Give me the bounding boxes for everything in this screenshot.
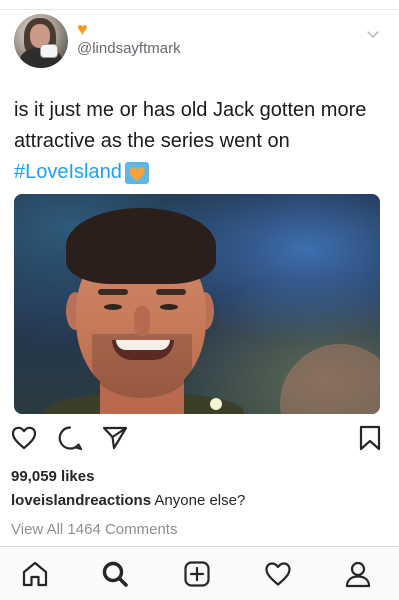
- action-bar: [0, 424, 399, 454]
- home-icon[interactable]: [20, 559, 50, 589]
- tweet-text: is it just me or has old Jack gotten mor…: [14, 95, 389, 188]
- avatar[interactable]: [14, 14, 68, 68]
- nav-profile[interactable]: [343, 559, 373, 589]
- top-strip: [0, 0, 399, 10]
- tweet-text-line2: attractive as the series went on: [14, 130, 290, 152]
- view-all-comments-link[interactable]: View All 1464 Comments: [11, 521, 177, 538]
- share-icon[interactable]: [101, 424, 129, 452]
- chevron-down-icon[interactable]: [365, 26, 381, 42]
- love-island-heart-icon: [124, 161, 149, 184]
- share-button[interactable]: [101, 424, 129, 452]
- bookmark-button[interactable]: [356, 424, 384, 452]
- tweet-text-line1: is it just me or has old Jack gotten mor…: [14, 99, 367, 121]
- nav-search[interactable]: [100, 559, 130, 589]
- tweet-handle[interactable]: @lindsayftmark: [77, 40, 181, 57]
- orange-heart-emoji-icon: ♥: [77, 19, 88, 39]
- profile-icon[interactable]: [343, 559, 373, 589]
- bottom-nav: [0, 546, 399, 600]
- hashtag-line: #LoveIsland: [14, 157, 149, 188]
- nav-new-post[interactable]: [182, 559, 212, 589]
- activity-icon[interactable]: [263, 559, 293, 589]
- like-button[interactable]: [10, 424, 38, 452]
- search-icon[interactable]: [100, 559, 130, 589]
- comment-button[interactable]: [56, 424, 84, 452]
- hashtag-link[interactable]: #LoveIsland: [14, 157, 122, 188]
- bookmark-icon[interactable]: [356, 424, 384, 452]
- tweet-header: ♥ @lindsayftmark: [14, 14, 385, 70]
- comment-icon[interactable]: [56, 424, 84, 452]
- nav-activity[interactable]: [263, 559, 293, 589]
- new-post-icon[interactable]: [182, 559, 212, 589]
- nav-home[interactable]: [20, 559, 50, 589]
- like-count[interactable]: 99,059 likes: [11, 468, 94, 485]
- caption: loveislandreactions Anyone else?: [11, 492, 245, 509]
- heart-icon[interactable]: [10, 424, 38, 452]
- caption-username[interactable]: loveislandreactions: [11, 492, 151, 509]
- caption-text: Anyone else?: [154, 492, 246, 509]
- post-photo[interactable]: [14, 194, 380, 414]
